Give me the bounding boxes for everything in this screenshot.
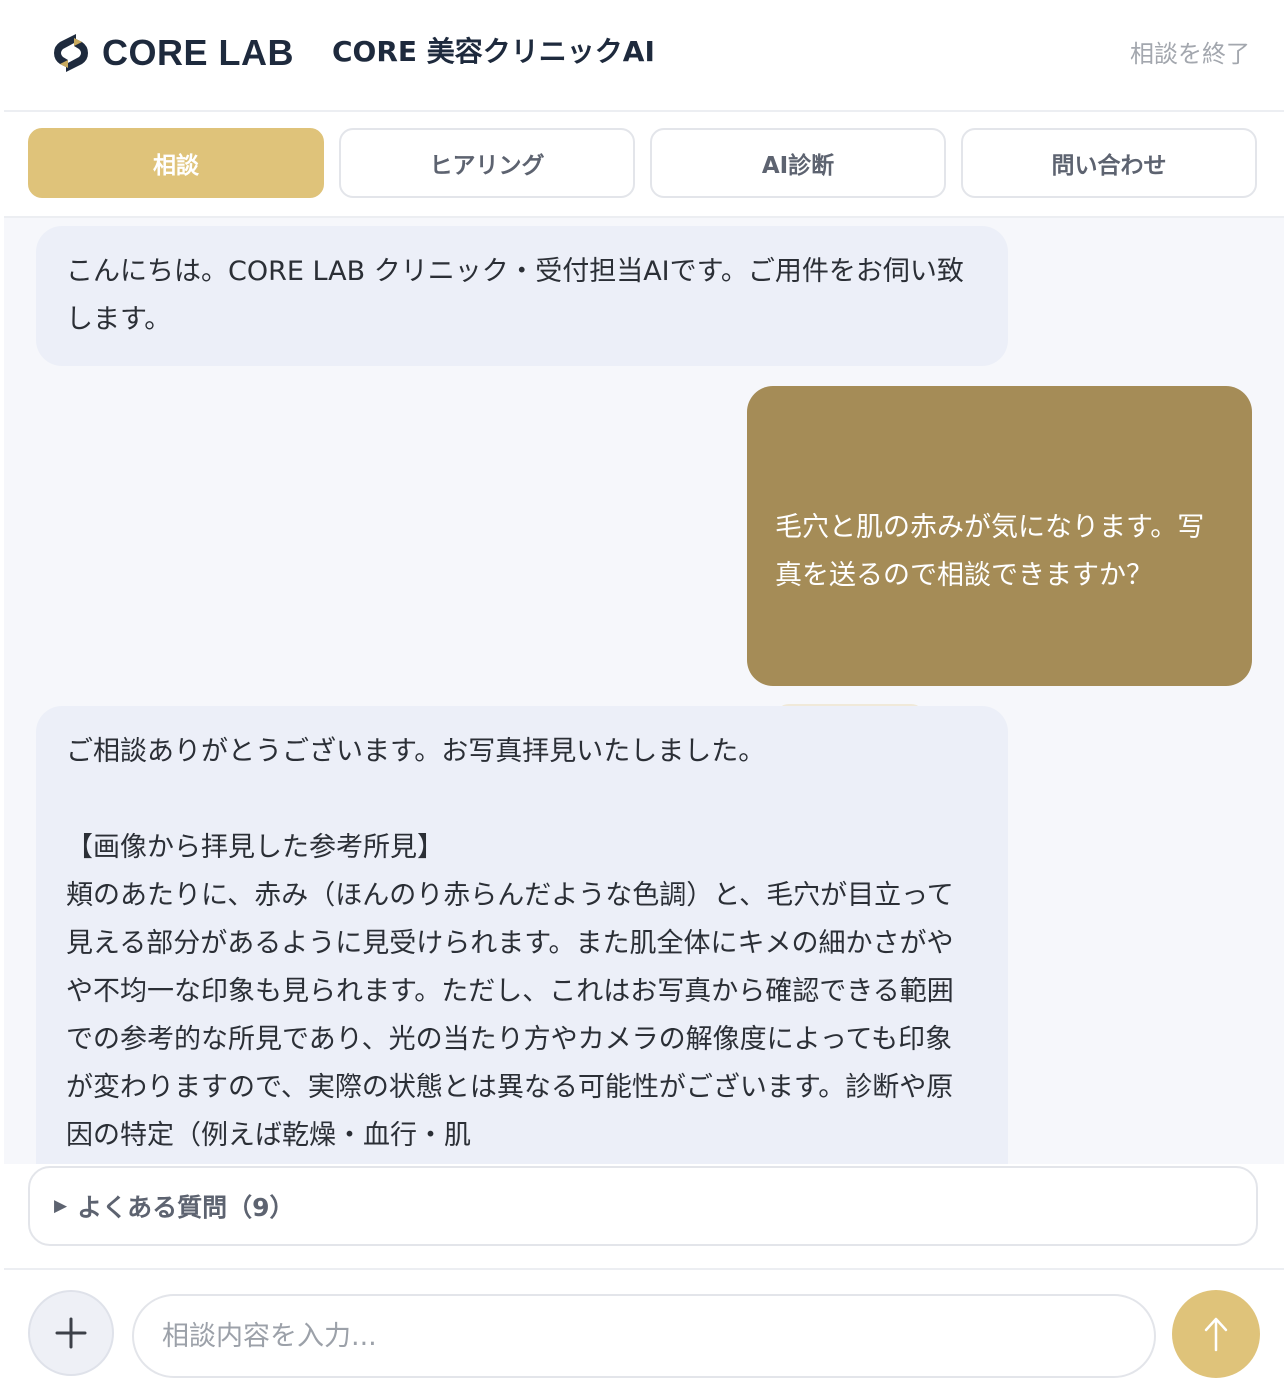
assistant-message: こんにちは。CORE LAB クリニック・受付担当AIです。ご用件をお伺い致しま…: [36, 226, 1008, 366]
chat-area[interactable]: こんにちは。CORE LAB クリニック・受付担当AIです。ご用件をお伺い致しま…: [4, 218, 1284, 1164]
app-page: CORE LAB CORE 美容クリニックAI 相談を終了 相談 ヒアリング A…: [4, 0, 1284, 1382]
tab-ai-diagnosis[interactable]: AI診断: [650, 128, 946, 198]
faq-section: ▶ よくある質問（9）: [4, 1164, 1284, 1270]
user-message: 毛穴と肌の赤みが気になります。写真を送るので相談できますか？: [747, 386, 1252, 854]
composer: [4, 1270, 1284, 1382]
tab-hearing[interactable]: ヒアリング: [339, 128, 635, 198]
faq-label: よくある質問（9）: [77, 1193, 295, 1222]
logo: CORE LAB: [46, 26, 294, 80]
header: CORE LAB CORE 美容クリニックAI 相談を終了: [4, 0, 1284, 112]
attach-button[interactable]: [28, 1290, 114, 1376]
plus-icon: [55, 1317, 87, 1349]
logo-text: CORE LAB: [102, 32, 294, 73]
arrow-up-icon: [1204, 1317, 1228, 1352]
message-input[interactable]: [132, 1294, 1156, 1378]
core-lab-logo-icon: [54, 34, 88, 72]
faq-toggle[interactable]: ▶ よくある質問（9）: [28, 1166, 1258, 1246]
tab-contact[interactable]: 問い合わせ: [961, 128, 1257, 198]
tab-consultation[interactable]: 相談: [28, 128, 324, 198]
assistant-message: ご相談ありがとうございます。お写真拝見いたしました。 【画像から拝見した参考所見…: [36, 706, 1008, 1164]
send-button[interactable]: [1172, 1290, 1260, 1378]
tab-bar: 相談 ヒアリング AI診断 問い合わせ: [4, 112, 1284, 218]
app-title: CORE 美容クリニックAI: [332, 35, 655, 68]
user-message-text: 毛穴と肌の赤みが気になります。写真を送るので相談できますか？: [775, 512, 1205, 591]
end-consultation-link[interactable]: 相談を終了: [1130, 38, 1250, 70]
caret-right-icon: ▶: [54, 1196, 68, 1216]
